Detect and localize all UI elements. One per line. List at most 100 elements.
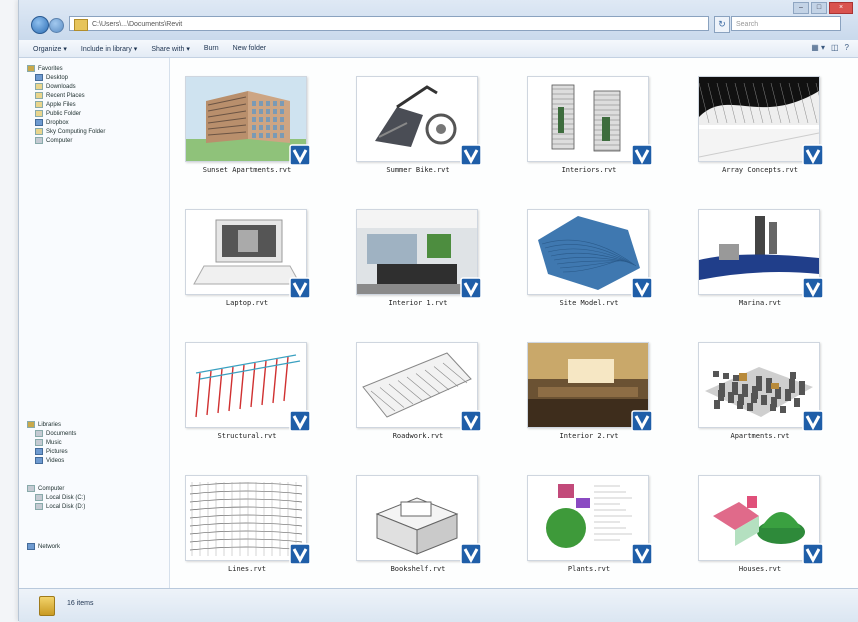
folder-icon [39,596,55,616]
nav-item-downloads[interactable]: Downloads [27,82,105,91]
revit-badge-icon [802,144,824,166]
file-tile[interactable]: Marina.rvt [684,195,836,317]
file-tile[interactable]: Sunset Apartments.rvt [171,62,323,184]
favorites-header[interactable]: Favorites [27,64,105,73]
revit-badge-icon [802,277,824,299]
file-name: Structural.rvt [217,432,277,440]
revit-badge-icon [631,144,653,166]
nav-item-documents[interactable]: Documents [27,429,76,438]
city-preview [699,343,819,427]
nav-item-music[interactable]: Music [27,438,76,447]
videos-icon [35,457,43,464]
drive-icon [35,503,43,510]
forward-button[interactable] [49,18,64,33]
bike-preview [357,77,477,161]
explorer-window: C:\Users\...\Documents\Revit ↻ Search – … [18,0,858,622]
interior2-preview [528,343,648,427]
status-item-count: 16 items [67,600,94,607]
nav-item-sky-folder[interactable]: Sky Computing Folder [27,127,105,136]
computer-icon [27,485,35,492]
close-button[interactable]: × [829,2,853,14]
nav-item-dropbox[interactable]: Dropbox [27,118,105,127]
maximize-button[interactable]: □ [811,2,827,14]
computer-header[interactable]: Computer [27,484,85,493]
revit-badge-icon [289,277,311,299]
lines-preview [186,476,306,560]
road-preview [357,343,477,427]
file-grid: Sunset Apartments.rvt Summer Bike.rvt Inte… [171,62,858,588]
help-icon[interactable]: ? [845,43,849,52]
network-header[interactable]: Network [27,542,60,551]
file-name: Houses.rvt [738,565,782,573]
laptop-preview [186,210,306,294]
file-tile[interactable]: Roadwork.rvt [342,328,494,450]
file-tile[interactable]: Interiors.rvt [513,62,665,184]
file-tile[interactable]: Site Model.rvt [513,195,665,317]
array-preview [699,77,819,161]
view-options-icon[interactable]: ▦ ▾ [811,43,825,52]
folder-icon [35,101,43,108]
nav-item-apple-files[interactable]: Apple Files [27,100,105,109]
music-icon [35,439,43,446]
file-tile[interactable]: Interior 1.rvt [342,195,494,317]
nav-item-computer[interactable]: Computer [27,136,105,145]
new-folder-button[interactable]: New folder [233,45,266,52]
nav-item-recent-places[interactable]: Recent Places [27,91,105,100]
interior-preview [357,210,477,294]
computer-group: Computer Local Disk (C:) Local Disk (D:) [27,484,85,511]
back-button[interactable] [31,16,49,34]
nav-item-pictures[interactable]: Pictures [27,447,76,456]
file-tile[interactable]: Interior 2.rvt [513,328,665,450]
file-tile[interactable]: Structural.rvt [171,328,323,450]
network-group: Network [27,542,60,551]
address-path: C:\Users\...\Documents\Revit [92,21,183,28]
recent-places-icon [35,92,43,99]
file-name: Laptop.rvt [225,299,269,307]
libraries-header[interactable]: Libraries [27,420,76,429]
revit-badge-icon [631,277,653,299]
file-tile[interactable]: Apartments.rvt [684,328,836,450]
nav-item-desktop[interactable]: Desktop [27,73,105,82]
file-name: Interior 2.rvt [559,432,619,440]
share-with-menu[interactable]: Share with ▾ [151,45,190,53]
nav-item-videos[interactable]: Videos [27,456,76,465]
file-name: Summer Bike.rvt [386,166,450,174]
file-tile[interactable]: Array Concepts.rvt [684,62,836,184]
folder-icon [35,128,43,135]
nav-item-local-disk-d[interactable]: Local Disk (D:) [27,502,85,511]
nav-item-local-disk-c[interactable]: Local Disk (C:) [27,493,85,502]
search-input[interactable]: Search [731,16,841,31]
revit-badge-icon [460,277,482,299]
refresh-button[interactable]: ↻ [714,16,730,33]
preview-pane-icon[interactable]: ◫ [831,43,839,52]
address-field[interactable]: C:\Users\...\Documents\Revit [69,16,709,31]
building-preview [186,77,306,161]
file-tile[interactable]: Plants.rvt [513,461,665,583]
library-icon [27,421,35,428]
file-tile[interactable]: Bookshelf.rvt [342,461,494,583]
file-tile[interactable]: Summer Bike.rvt [342,62,494,184]
file-tile[interactable]: Houses.rvt [684,461,836,583]
file-name: Plants.rvt [567,565,611,573]
downloads-icon [35,83,43,90]
file-tile[interactable]: Lines.rvt [171,461,323,583]
folder-icon [74,19,88,31]
organize-menu[interactable]: Organize ▾ [33,45,67,53]
minimize-button[interactable]: – [793,2,809,14]
revit-badge-icon [802,543,824,565]
nav-item-public-folder[interactable]: Public Folder [27,109,105,118]
file-name: Lines.rvt [228,565,266,573]
file-name: Marina.rvt [738,299,782,307]
burn-button[interactable]: Burn [204,45,219,52]
file-name: Array Concepts.rvt [722,166,798,174]
dropbox-icon [35,119,43,126]
include-in-library-menu[interactable]: Include in library ▾ [81,45,137,53]
file-name: Interiors.rvt [561,166,617,174]
box-preview [357,476,477,560]
marina-preview [699,210,819,294]
file-name: Site Model.rvt [559,299,619,307]
libraries-group: Libraries Documents Music Pictures Video… [27,420,76,465]
revit-badge-icon [460,543,482,565]
file-name: Interior 1.rvt [388,299,448,307]
file-tile[interactable]: Laptop.rvt [171,195,323,317]
